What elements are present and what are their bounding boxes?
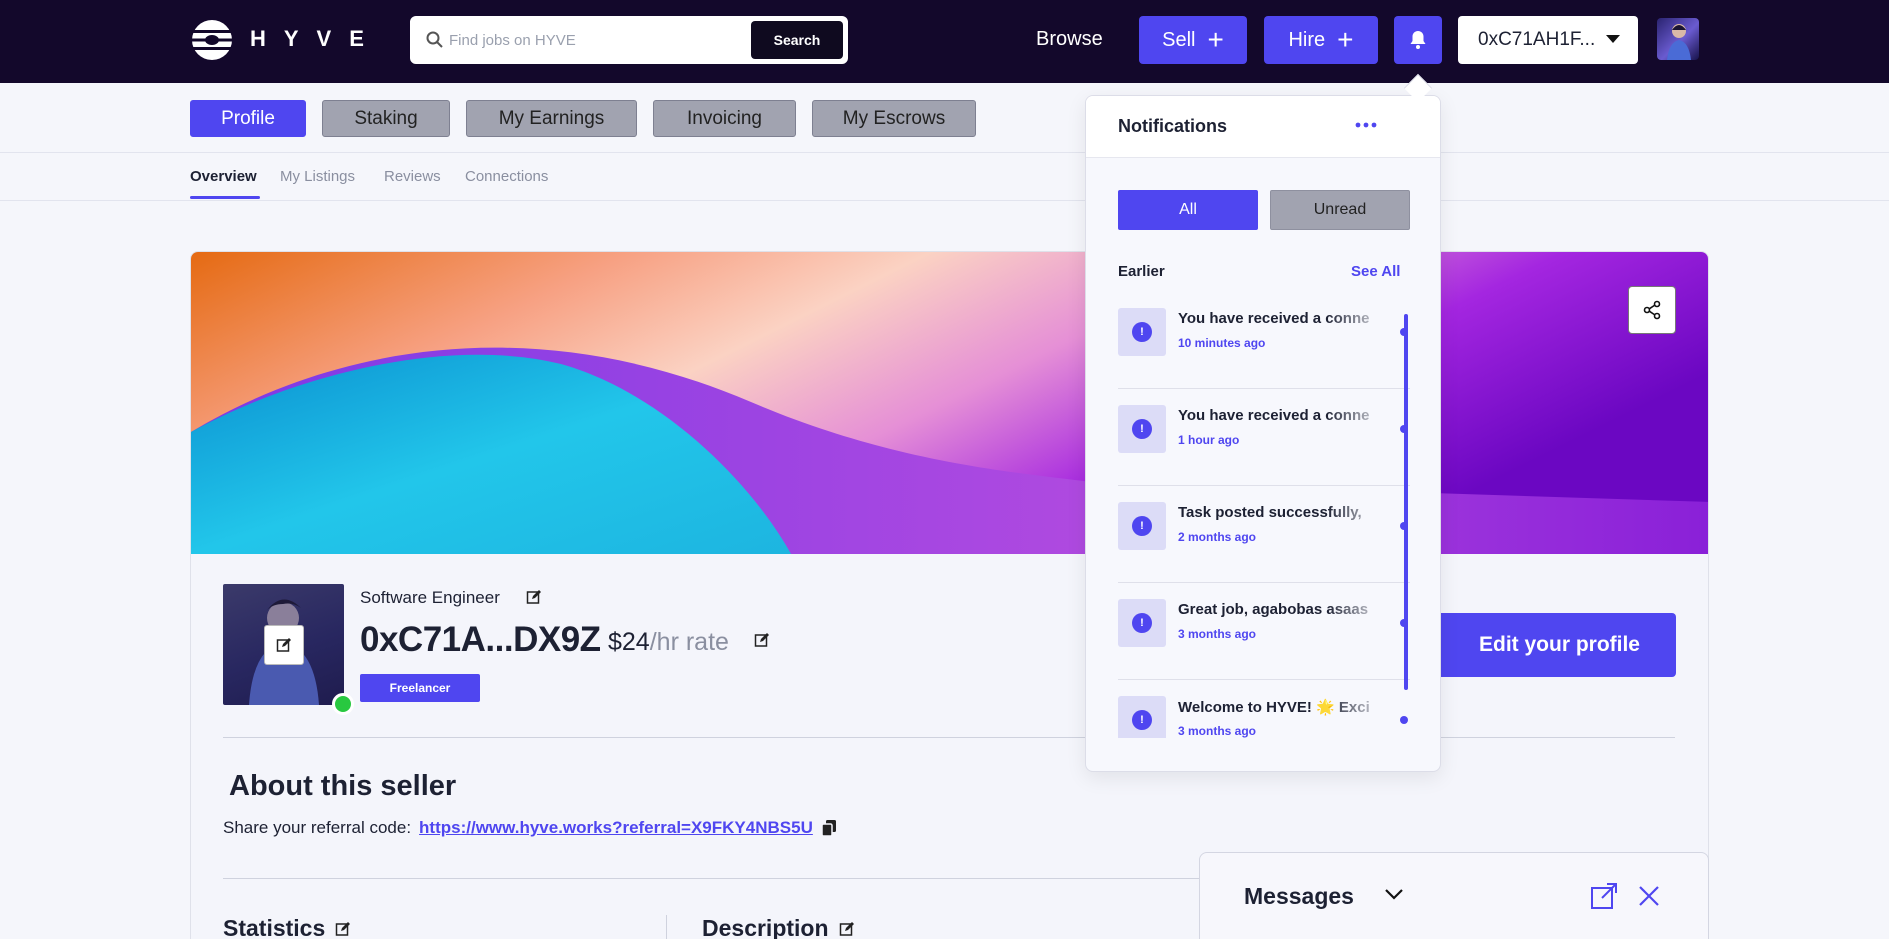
edit-rate-icon[interactable] — [754, 632, 770, 648]
rate-amount: $24 — [608, 628, 650, 656]
wallet-dropdown[interactable]: 0xC71AH1F... — [1458, 16, 1638, 64]
notifications-dropdown: Notifications All Unread Earlier See All… — [1085, 95, 1441, 772]
hire-button[interactable]: Hire + — [1264, 16, 1378, 64]
share-button[interactable] — [1628, 286, 1676, 334]
statistics-section: Statistics — [223, 915, 351, 939]
copy-icon[interactable] — [821, 819, 837, 837]
more-options-icon[interactable] — [1355, 122, 1377, 128]
chevron-down-icon[interactable] — [1384, 887, 1404, 901]
messages-title: Messages — [1244, 883, 1354, 909]
subtab-overview[interactable]: Overview — [190, 168, 257, 185]
wallet-address: 0xC71AH1F... — [1478, 29, 1596, 50]
notification-text: You have received a conne — [1178, 310, 1370, 327]
notifications-title: Notifications — [1118, 116, 1228, 136]
notification-item[interactable]: ! Great job, agabobas asaas 3 months ago — [1118, 583, 1410, 680]
subtab-reviews[interactable]: Reviews — [384, 168, 441, 185]
edit-icon — [276, 638, 291, 652]
profile-role: Software Engineer — [360, 588, 500, 607]
unread-dot — [1400, 716, 1408, 724]
notifications-list: ! You have received a conne 10 minutes a… — [1118, 292, 1410, 738]
tab-my-escrows[interactable]: My Escrows — [812, 100, 976, 137]
edit-icon[interactable] — [335, 921, 351, 937]
notifications-scrollbar[interactable] — [1404, 314, 1408, 690]
description-section: Description — [702, 915, 855, 939]
notification-text: Task posted successfully, — [1178, 504, 1362, 521]
notification-text: Great job, agabobas asaas — [1178, 601, 1369, 618]
divider — [223, 737, 1675, 738]
filter-unread-button[interactable]: Unread — [1270, 190, 1410, 230]
tab-staking[interactable]: Staking — [322, 100, 450, 137]
tab-profile[interactable]: Profile — [190, 100, 306, 137]
filter-all-button[interactable]: All — [1118, 190, 1258, 230]
hire-label: Hire — [1288, 28, 1326, 51]
about-heading: About this seller — [229, 770, 457, 802]
search-icon — [426, 31, 443, 48]
notification-time: 3 months ago — [1178, 724, 1257, 738]
profile-name: 0xC71A...DX9Z — [360, 620, 601, 659]
plus-icon: + — [1337, 24, 1354, 55]
caret-down-icon — [1606, 35, 1620, 43]
notification-item[interactable]: ! You have received a conne 10 minutes a… — [1118, 292, 1410, 389]
vertical-divider — [666, 915, 667, 939]
subtab-my-listings[interactable]: My Listings — [280, 168, 355, 185]
alert-icon: ! — [1118, 599, 1166, 647]
browse-link[interactable]: Browse — [1036, 28, 1103, 51]
share-icon — [1643, 300, 1661, 320]
statistics-heading: Statistics — [223, 915, 326, 939]
edit-role-icon[interactable] — [526, 589, 542, 605]
search-input[interactable] — [449, 19, 749, 61]
alert-icon: ! — [1118, 696, 1166, 738]
tab-my-earnings[interactable]: My Earnings — [466, 100, 637, 137]
close-icon[interactable] — [1638, 885, 1660, 907]
notifications-button[interactable] — [1394, 16, 1442, 64]
notification-time: 10 minutes ago — [1178, 336, 1266, 350]
messages-panel[interactable]: Messages — [1199, 852, 1709, 939]
external-link-icon[interactable] — [1590, 882, 1618, 910]
section-heading: Earlier — [1118, 263, 1165, 280]
notification-text: Welcome to HYVE! 🌟 Exci — [1178, 699, 1370, 716]
edit-profile-button[interactable]: Edit your profile — [1436, 613, 1676, 677]
notification-text: You have received a conne — [1178, 407, 1370, 424]
referral-link[interactable]: https://www.hyve.works?referral=X9FKY4NB… — [419, 818, 813, 838]
notification-item[interactable]: ! You have received a conne 1 hour ago — [1118, 389, 1410, 486]
edit-icon[interactable] — [839, 921, 855, 937]
avatar-figure-icon — [1667, 24, 1691, 60]
online-status-indicator — [332, 693, 354, 715]
notification-time: 3 months ago — [1178, 627, 1257, 641]
hourly-rate: $24/hr rate — [608, 628, 729, 657]
hyve-logo[interactable] — [190, 18, 234, 62]
notification-item[interactable]: ! Task posted successfully, 2 months ago — [1118, 486, 1410, 583]
subtab-connections[interactable]: Connections — [465, 168, 548, 185]
notification-time: 1 hour ago — [1178, 433, 1240, 447]
bell-icon — [1410, 31, 1426, 49]
notification-time: 2 months ago — [1178, 530, 1257, 544]
plus-icon: + — [1207, 24, 1224, 55]
referral-row: Share your referral code: https://www.hy… — [223, 818, 837, 838]
search-bar: Search — [410, 16, 848, 64]
alert-icon: ! — [1118, 405, 1166, 453]
alert-icon: ! — [1118, 308, 1166, 356]
alert-icon: ! — [1118, 502, 1166, 550]
profile-banner — [191, 252, 1708, 554]
freelancer-badge: Freelancer — [360, 674, 480, 702]
avatar-edit-button[interactable] — [264, 625, 304, 665]
notifications-header: Notifications — [1086, 96, 1440, 158]
search-button[interactable]: Search — [751, 21, 843, 59]
tab-invoicing[interactable]: Invoicing — [653, 100, 796, 137]
sell-label: Sell — [1162, 28, 1196, 51]
description-heading: Description — [702, 915, 829, 939]
rate-unit: /hr rate — [649, 628, 729, 656]
referral-label: Share your referral code: — [223, 818, 412, 837]
sell-button[interactable]: Sell + — [1139, 16, 1247, 64]
notification-item[interactable]: ! Welcome to HYVE! 🌟 Exci 3 months ago — [1118, 680, 1410, 738]
brand-name: HYVE — [250, 26, 382, 51]
active-subtab-indicator — [190, 196, 260, 199]
user-avatar[interactable] — [1657, 18, 1699, 60]
see-all-link[interactable]: See All — [1351, 263, 1400, 280]
